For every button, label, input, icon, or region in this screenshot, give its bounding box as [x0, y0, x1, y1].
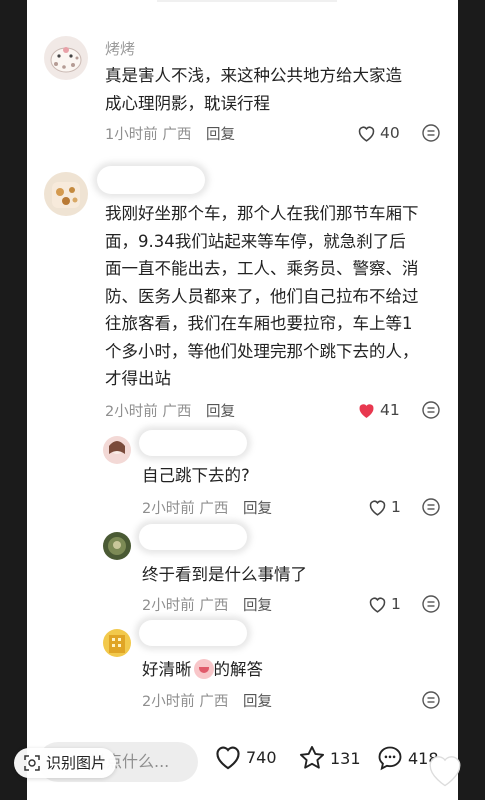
- emoji-icon: [193, 659, 214, 679]
- reply-button[interactable]: 回复: [243, 598, 272, 614]
- comment-text: 我刚好坐那个车，那个人在我们那节车厢下面，9.34我们站起来等车停，就急刹了后面…: [105, 204, 419, 388]
- reply-time: 2小时前: [142, 694, 195, 710]
- reply-location: 广西: [199, 598, 229, 614]
- comment-meta: 2小时前 广西 回复: [105, 400, 235, 421]
- like-button[interactable]: 40: [357, 124, 400, 142]
- like-count: 1: [391, 595, 401, 613]
- comment-list[interactable]: 烤烤 真是害人不浅，来这种公共地方给大家造成心理阴影，耽误行程 1小时前 广西 …: [27, 0, 458, 800]
- avatar[interactable]: [103, 436, 131, 464]
- like-count: 1: [391, 498, 401, 516]
- reply-button[interactable]: 回复: [243, 694, 272, 710]
- comment-time: 1小时前: [105, 127, 158, 143]
- favorite-total: 131: [330, 748, 361, 768]
- like-total: 740: [246, 747, 277, 767]
- comment-location: 广西: [162, 404, 192, 420]
- username-hidden: [139, 524, 247, 550]
- chat-bubble-icon: [378, 746, 402, 771]
- reply-time: 2小时前: [142, 598, 195, 614]
- like-button[interactable]: 1: [368, 595, 401, 613]
- username-hidden: [97, 166, 205, 194]
- more-options-icon[interactable]: [422, 595, 440, 613]
- favorite-stat-button[interactable]: 131: [298, 744, 361, 772]
- avatar[interactable]: [103, 629, 131, 657]
- more-options-icon[interactable]: [422, 401, 440, 419]
- scan-icon: [24, 755, 40, 771]
- heart-outline-icon: [369, 500, 386, 516]
- username-hidden: [139, 620, 247, 646]
- reply-meta: 2小时前 广西 回复: [142, 690, 272, 711]
- username-hidden: [139, 430, 247, 456]
- like-count: 41: [380, 401, 400, 419]
- comment-meta: 1小时前 广西 回复: [105, 123, 235, 144]
- heart-filled-icon: [359, 403, 374, 418]
- comment-time: 2小时前: [105, 404, 158, 420]
- like-button[interactable]: 41: [357, 401, 400, 419]
- reply-time: 2小时前: [142, 501, 195, 517]
- avatar[interactable]: [44, 172, 88, 216]
- star-outline-icon: [299, 745, 325, 769]
- avatar[interactable]: [103, 532, 131, 560]
- reply-button[interactable]: 回复: [206, 404, 235, 420]
- reply-button[interactable]: 回复: [206, 127, 235, 143]
- bottom-action-bar: 说点什么... 识别图片 740 131 418: [0, 728, 485, 800]
- ocr-label: 识别图片: [46, 754, 107, 772]
- reply-meta: 2小时前 广西 回复: [142, 594, 272, 615]
- like-count: 40: [380, 124, 400, 142]
- reply-text: 自己跳下去的?: [142, 466, 250, 485]
- reply-text: 终于看到是什么事情了: [142, 565, 307, 584]
- top-divider: [157, 0, 337, 2]
- like-button[interactable]: 1: [368, 498, 401, 516]
- username[interactable]: 烤烤: [105, 38, 135, 59]
- reply-location: 广西: [199, 694, 229, 710]
- reply-location: 广西: [199, 501, 229, 517]
- heart-outline-icon: [369, 597, 386, 613]
- heart-outline-icon: [358, 126, 375, 142]
- reply-text: 好清晰 的解答: [142, 656, 412, 684]
- reply-text-start: 好清晰: [142, 660, 192, 679]
- ocr-button[interactable]: 识别图片: [14, 748, 117, 778]
- reply-button[interactable]: 回复: [243, 501, 272, 517]
- more-options-icon[interactable]: [422, 691, 440, 709]
- like-stat-button[interactable]: 740: [214, 744, 277, 770]
- comment-location: 广西: [162, 127, 192, 143]
- more-options-icon[interactable]: [422, 124, 440, 142]
- comment-text: 真是害人不浅，来这种公共地方给大家造成心理阴影，耽误行程: [105, 66, 402, 113]
- avatar[interactable]: [44, 36, 88, 80]
- heart-outline-icon: [216, 746, 240, 770]
- more-options-icon[interactable]: [422, 498, 440, 516]
- floating-heart-icon[interactable]: [425, 752, 465, 788]
- reply-meta: 2小时前 广西 回复: [142, 497, 272, 518]
- reply-text-end: 的解答: [213, 660, 264, 679]
